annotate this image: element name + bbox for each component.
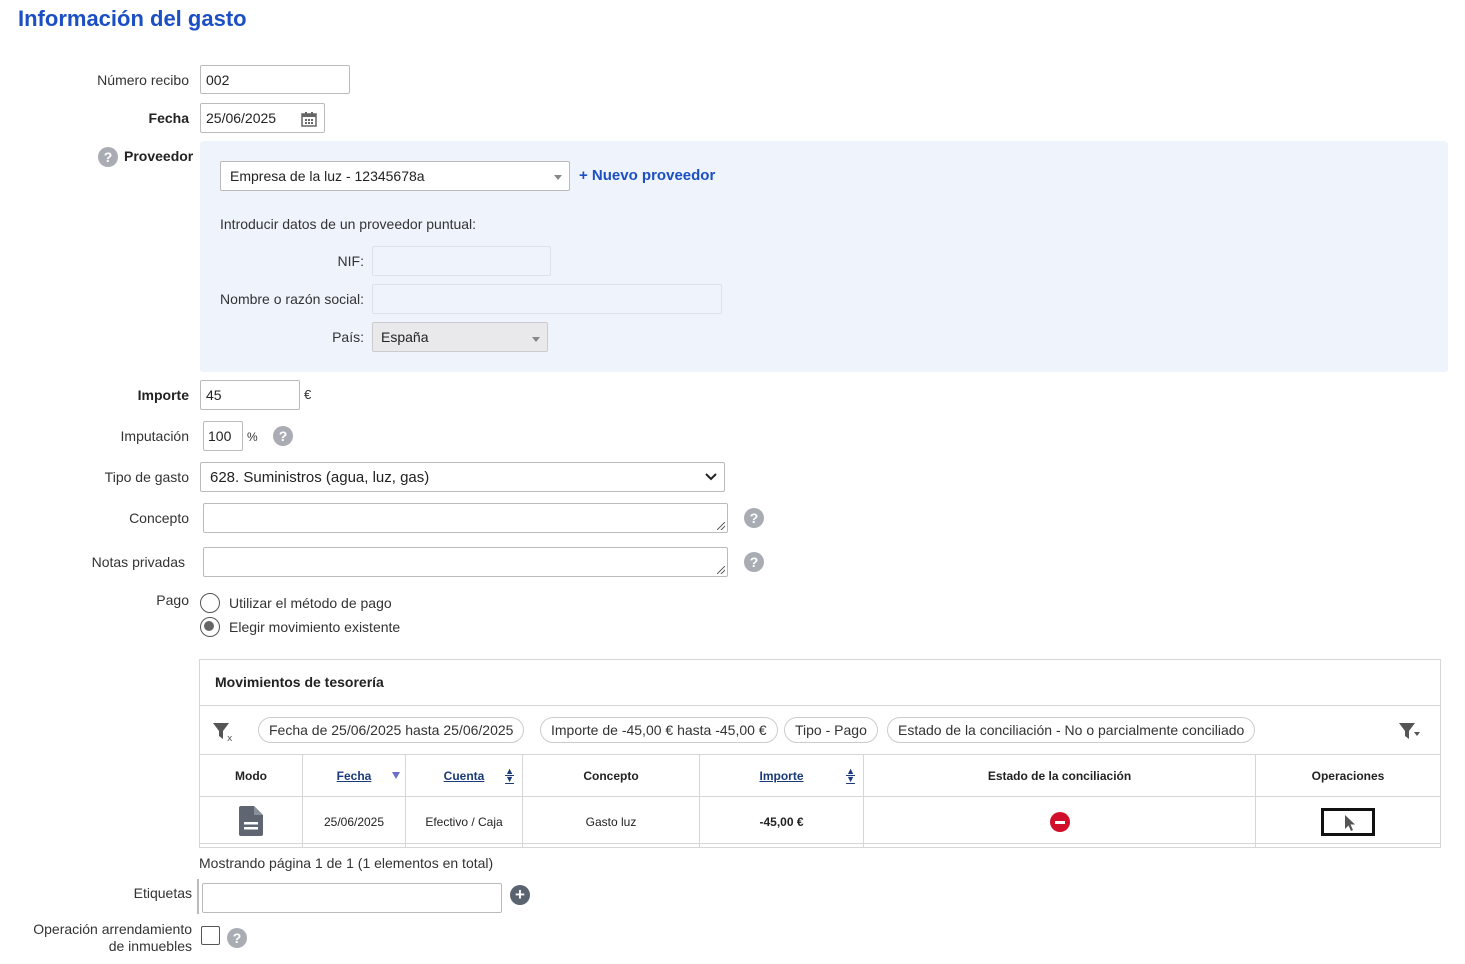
pais-selected: España xyxy=(381,329,429,345)
col-fecha-label[interactable]: Fecha xyxy=(337,769,372,783)
filter-bar: x Fecha de 25/06/2025 hasta 25/06/2025 I… xyxy=(200,705,1440,756)
fecha-input[interactable]: 25/06/2025 xyxy=(200,103,325,133)
filter-chip-fecha[interactable]: Fecha de 25/06/2025 hasta 25/06/2025 xyxy=(258,717,525,743)
importe-cell: -45,00 € xyxy=(699,796,864,848)
recibo-label: Número recibo xyxy=(97,72,189,88)
table-row: 25/06/2025 Efectivo / Caja Gasto luz -45… xyxy=(199,796,1441,848)
table-header-row: Modo Fecha Cuenta ▲ ▼ Concepto Importe ▲ ▼… xyxy=(199,754,1441,797)
nombre-label: Nombre o razón social: xyxy=(220,291,364,307)
clear-filter-icon[interactable]: x xyxy=(212,722,234,742)
proveedor-puntual-text: Introducir datos de un proveedor puntual… xyxy=(220,216,477,232)
notas-help-icon[interactable]: ? xyxy=(744,552,764,572)
col-concepto: Concepto xyxy=(522,754,700,797)
modo-cell xyxy=(199,796,303,848)
importe-label: Importe xyxy=(137,387,189,403)
imputacion-unit: % xyxy=(247,430,258,444)
svg-text:x: x xyxy=(227,734,233,742)
fecha-label: Fecha xyxy=(148,110,189,126)
proveedor-help-icon[interactable]: ? xyxy=(98,147,118,167)
select-movement-button[interactable] xyxy=(1321,808,1375,836)
sort-icon[interactable]: ▲ ▼ xyxy=(846,767,855,784)
document-icon xyxy=(239,805,263,836)
tipo-gasto-label: Tipo de gasto xyxy=(104,469,189,485)
proveedor-select[interactable]: Empresa de la luz - 12345678a xyxy=(220,161,570,191)
fecha-cell: 25/06/2025 xyxy=(302,796,406,848)
col-importe[interactable]: Importe ▲ ▼ xyxy=(699,754,864,797)
imputacion-input[interactable]: 100 xyxy=(203,421,243,451)
movimientos-table: Modo Fecha Cuenta ▲ ▼ Concepto Importe ▲ ▼… xyxy=(199,754,1441,848)
col-fecha[interactable]: Fecha xyxy=(302,754,406,797)
notas-textarea[interactable] xyxy=(203,547,728,577)
calendar-icon[interactable] xyxy=(301,111,317,127)
pais-label: País: xyxy=(332,329,364,345)
pago-metodo-label[interactable]: Utilizar el método de pago xyxy=(229,595,392,611)
nif-label: NIF: xyxy=(337,253,364,269)
etiquetas-input[interactable] xyxy=(202,883,502,913)
proveedor-selected: Empresa de la luz - 12345678a xyxy=(230,168,425,184)
concepto-textarea[interactable] xyxy=(203,503,728,533)
col-estado: Estado de la conciliación xyxy=(863,754,1256,797)
pago-movimiento-radio[interactable] xyxy=(200,617,220,637)
chevron-down-icon xyxy=(554,175,562,180)
movimientos-panel: Movimientos de tesorería x Fecha de 25/0… xyxy=(199,659,1441,848)
sort-desc-icon[interactable] xyxy=(392,772,400,779)
pago-label: Pago xyxy=(156,592,189,608)
notas-label: Notas privadas xyxy=(91,554,185,570)
proveedor-label: Proveedor xyxy=(124,148,194,164)
fecha-value: 25/06/2025 xyxy=(206,110,277,126)
arrendamiento-label-line1: Operación arrendamiento xyxy=(33,921,192,937)
chevron-down-icon xyxy=(532,337,540,342)
concepto-help-icon[interactable]: ? xyxy=(744,508,764,528)
resize-handle-icon[interactable] xyxy=(717,522,725,530)
filter-chip-importe[interactable]: Importe de -45,00 € hasta -45,00 € xyxy=(540,717,778,743)
arrendamiento-label: Operación arrendamiento de inmuebles xyxy=(20,921,192,955)
pais-select[interactable]: España xyxy=(372,322,548,352)
recibo-input[interactable]: 002 xyxy=(200,65,350,94)
filter-chip-tipo[interactable]: Tipo - Pago xyxy=(784,717,878,743)
etiquetas-label: Etiquetas xyxy=(133,885,192,901)
operaciones-cell xyxy=(1255,796,1441,848)
nombre-input[interactable] xyxy=(372,284,722,314)
no-conciliado-icon xyxy=(1049,812,1070,832)
col-modo: Modo xyxy=(199,754,303,797)
tipo-gasto-select[interactable]: 628. Suministros (agua, luz, gas) xyxy=(200,462,725,492)
arrendamiento-help-icon[interactable]: ? xyxy=(227,928,247,948)
tipo-gasto-selected: 628. Suministros (agua, luz, gas) xyxy=(210,468,430,486)
col-importe-label[interactable]: Importe xyxy=(759,769,803,783)
pagination-text: Mostrando página 1 de 1 (1 elementos en … xyxy=(199,855,494,871)
col-cuenta[interactable]: Cuenta ▲ ▼ xyxy=(405,754,523,797)
nuevo-proveedor-link[interactable]: + Nuevo proveedor xyxy=(579,167,715,184)
sort-icon[interactable]: ▲ ▼ xyxy=(505,767,514,784)
page-title: Información del gasto xyxy=(18,6,247,31)
col-cuenta-label[interactable]: Cuenta xyxy=(444,769,485,783)
movimientos-title: Movimientos de tesorería xyxy=(215,674,384,690)
pago-movimiento-label[interactable]: Elegir movimiento existente xyxy=(229,619,400,635)
add-etiqueta-icon[interactable]: + xyxy=(510,885,530,905)
estado-cell xyxy=(863,796,1256,848)
imputacion-label: Imputación xyxy=(120,428,189,444)
cuenta-cell: Efectivo / Caja xyxy=(405,796,523,848)
resize-handle-icon[interactable] xyxy=(717,566,725,574)
chevron-down-icon xyxy=(705,473,717,481)
filter-chip-estado[interactable]: Estado de la conciliación - No o parcial… xyxy=(887,717,1256,743)
pago-metodo-radio[interactable] xyxy=(200,593,220,613)
arrendamiento-checkbox[interactable] xyxy=(201,926,220,945)
cursor-icon xyxy=(1345,815,1355,831)
imputacion-help-icon[interactable]: ? xyxy=(273,426,293,446)
filter-menu-icon[interactable] xyxy=(1398,722,1422,740)
etiquetas-divider xyxy=(197,879,199,914)
importe-input[interactable]: 45 xyxy=(200,380,300,410)
nif-input[interactable] xyxy=(372,246,551,276)
col-operaciones: Operaciones xyxy=(1255,754,1441,797)
importe-unit: € xyxy=(304,387,312,402)
arrendamiento-label-line2: de inmuebles xyxy=(108,938,192,954)
concepto-label: Concepto xyxy=(129,510,189,526)
concepto-cell: Gasto luz xyxy=(522,796,700,848)
